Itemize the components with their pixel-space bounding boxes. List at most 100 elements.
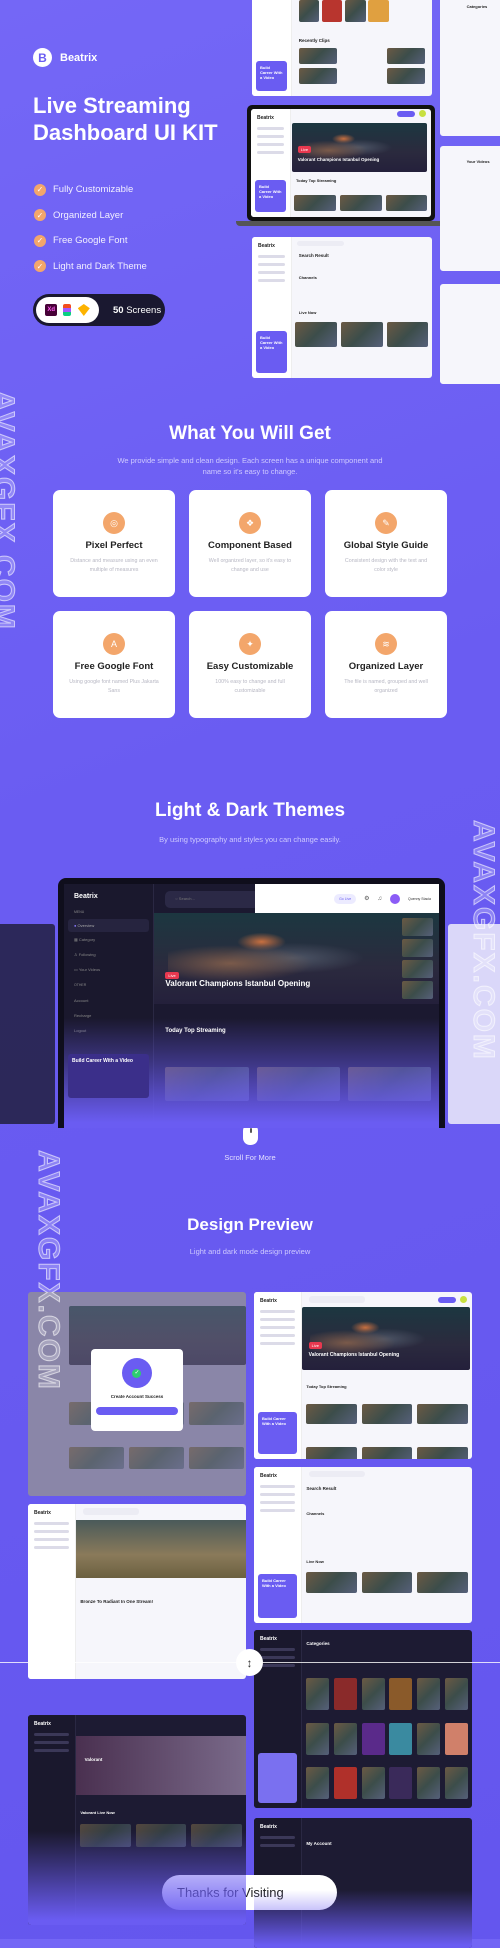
feature-item: ✓Free Google Font xyxy=(34,228,147,254)
preview-search-light: BeatrixBuild Career With a Video Search … xyxy=(254,1467,472,1623)
card-desc: The file is named, grouped and well orga… xyxy=(339,678,433,696)
sidebar-item-recharge[interactable]: Recharge xyxy=(64,1008,153,1023)
feature-item: ✓Fully Customizable xyxy=(34,177,147,203)
sidebar-item-overview[interactable]: ● Overview xyxy=(68,919,149,932)
sidebar-item-logout[interactable]: Logout xyxy=(64,1023,153,1038)
scroll-hint[interactable]: Scroll For More xyxy=(0,1153,500,1162)
sidebar-label: Account xyxy=(74,998,88,1003)
section-title: Categories xyxy=(306,1641,329,1646)
go-live-button[interactable]: Go Live xyxy=(334,894,356,904)
side-mockup-dark xyxy=(0,924,55,1124)
mockup-sidebar: Build Career With a Video xyxy=(252,0,292,96)
search-input[interactable]: ○ Search... xyxy=(165,891,259,908)
section-title: Search Result xyxy=(306,1486,336,1491)
settings-icon[interactable]: ⚙ xyxy=(364,895,369,902)
promo-card[interactable]: Build Career With a Video xyxy=(68,1054,149,1098)
mockup-brand: Beatrix xyxy=(258,243,285,249)
section-title: Recently Clips xyxy=(299,38,330,43)
brand-name: Beatrix xyxy=(60,52,97,64)
brand-logo: B Beatrix xyxy=(33,48,97,67)
card-desc: Consistent design with the text and colo… xyxy=(339,557,433,575)
feature-card: ◎ Pixel Perfect Distance and measure using… xyxy=(53,490,175,597)
category-title: Valorant xyxy=(85,1757,103,1762)
pixel-icon: ◎ xyxy=(103,512,125,534)
thanks-pill: Thanks for Visiting xyxy=(162,1875,337,1910)
hero-title: Live Streaming Dashboard UI KIT xyxy=(33,92,263,146)
section-title: Live Now xyxy=(306,1559,324,1564)
mockup-brand: Beatrix xyxy=(260,1636,295,1642)
section-title: Today Top Streaming xyxy=(165,1028,225,1034)
mockup-brand: Beatrix xyxy=(257,115,284,121)
font-icon: A xyxy=(103,633,125,655)
section-title: Categories xyxy=(467,4,488,9)
mockup-brand: Beatrix xyxy=(34,1721,69,1727)
live-badge: Live xyxy=(298,146,311,153)
xd-icon: Xd xyxy=(45,304,57,316)
success-icon: ✓ xyxy=(122,1358,152,1388)
avatar[interactable] xyxy=(390,894,400,904)
hero-banner[interactable]: Live Valorant Champions Istanbul Opening xyxy=(154,913,439,1003)
feature-card: ≋ Organized Layer The file is named, group… xyxy=(325,611,447,718)
feature-item: ✓Organized Layer xyxy=(34,203,147,229)
section-heading: Light & Dark Themes xyxy=(0,800,500,822)
mockup-brand: Beatrix xyxy=(34,1510,69,1516)
sidebar-item-following[interactable]: ♙ Following xyxy=(64,947,153,962)
mockup-brand: Beatrix xyxy=(260,1298,295,1304)
screens-pill: Xd 50 Screens xyxy=(33,294,165,326)
preview-overview-light: BeatrixBuild Career With a Video LiveVal… xyxy=(254,1292,472,1459)
category-banner xyxy=(76,1736,246,1795)
modal-button[interactable] xyxy=(96,1407,178,1415)
card-title: Pixel Perfect xyxy=(53,540,175,551)
compare-handle-icon[interactable]: ↕ xyxy=(236,1649,263,1676)
check-icon: ✓ xyxy=(34,209,46,221)
section-title: Today Top Streaming xyxy=(296,178,336,183)
feature-card: AFree Google FontUsing google font named… xyxy=(53,611,175,718)
sidebar-label: Category xyxy=(79,937,95,942)
card-title: Organized Layer xyxy=(325,661,447,672)
card-desc: Using google font named Plus Jakarta San… xyxy=(67,678,161,696)
section-title: Your Videos xyxy=(467,159,490,164)
sidebar-brand: Beatrix xyxy=(74,893,143,900)
feature-list: ✓Fully Customizable ✓Organized Layer ✓Fr… xyxy=(34,177,147,279)
grid-icon: ▦ xyxy=(74,937,78,942)
video-icon: ▭ xyxy=(74,967,78,972)
overview-icon: ● xyxy=(74,923,76,928)
section-subtitle: We provide simple and clean design. Each… xyxy=(0,455,500,477)
mockup-your-videos: Your Videos xyxy=(440,146,500,271)
feature-item: ✓Light and Dark Theme xyxy=(34,254,147,280)
sidebar-label: Your Videos xyxy=(79,967,100,972)
bell-icon[interactable]: ♫ xyxy=(378,896,383,902)
promo-text: Build Career With a Video xyxy=(256,61,287,84)
layers-icon: ≋ xyxy=(375,633,397,655)
preview-categories-dark: Beatrix Categories xyxy=(254,1630,472,1808)
mockup-recent-clips: Build Career With a Video Recently Clips xyxy=(252,0,432,96)
mockup-categories: Categories xyxy=(440,0,500,136)
mockup-brand: Beatrix xyxy=(260,1473,295,1479)
mockup-search-result: BeatrixBuild Career With a Video Search … xyxy=(252,237,432,378)
video-player[interactable] xyxy=(76,1520,246,1578)
top-bar-light: Go Live ⚙ ♫ Quenny Stacia xyxy=(255,884,439,913)
mockup-brand: Beatrix xyxy=(260,1824,295,1830)
feature-card: ❖Component BasedWell organized layer, so… xyxy=(189,490,311,597)
section-title: Live Now xyxy=(299,310,317,315)
feature-label: Fully Customizable xyxy=(53,184,133,195)
sidebar-item-category[interactable]: ▦ Category xyxy=(64,932,153,947)
laptop-mockup-light: BeatrixBuild Career With a Video LiveVal… xyxy=(247,105,435,221)
live-badge: Live xyxy=(165,972,178,979)
laptop-base xyxy=(236,221,446,226)
card-title: Component Based xyxy=(189,540,311,551)
stream-title: Valorant Champions Istanbul Opening xyxy=(165,979,310,988)
sidebar-item-videos[interactable]: ▭ Your Videos xyxy=(64,962,153,977)
promo-text: Build Career With a Video xyxy=(258,1412,297,1430)
laptop-mockup-dark: Beatrix MENU ● Overview ▦ Category ♙ Fol… xyxy=(58,878,445,1128)
check-icon: ✓ xyxy=(34,260,46,272)
dashboard-dark: Beatrix MENU ● Overview ▦ Category ♙ Fol… xyxy=(64,884,439,1128)
screens-label: Screens xyxy=(126,305,161,316)
sidebar-item-account[interactable]: Account xyxy=(64,993,153,1008)
other-label: OTHER xyxy=(74,983,143,987)
section-heading: Design Preview xyxy=(0,1215,500,1235)
feature-card: ✎Global Style GuideConsistent design wit… xyxy=(325,490,447,597)
success-modal: ✓ Create Account Success xyxy=(91,1349,183,1431)
search-placeholder: Search... xyxy=(179,896,195,901)
card-desc: Distance and measure using an even multi… xyxy=(67,557,161,575)
